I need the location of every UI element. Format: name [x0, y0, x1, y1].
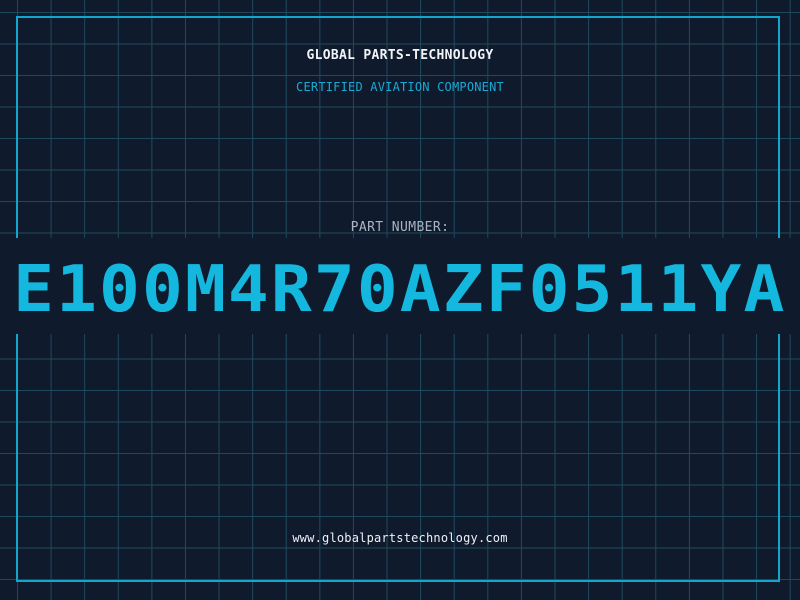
- part-number-value: E100M4R70AZF0511YA: [0, 250, 800, 330]
- website-url[interactable]: www.globalpartstechnology.com: [0, 531, 800, 545]
- part-number-label: PART NUMBER:: [350, 220, 450, 235]
- brand-title: GLOBAL PARTS-TECHNOLOGY: [306, 48, 494, 63]
- part-number-text: E100M4R70AZF0511YA: [13, 253, 787, 327]
- label-card: GLOBAL PARTS-TECHNOLOGY CERTIFIED AVIATI…: [0, 0, 800, 600]
- brand-tagline: CERTIFIED AVIATION COMPONENT: [296, 80, 504, 94]
